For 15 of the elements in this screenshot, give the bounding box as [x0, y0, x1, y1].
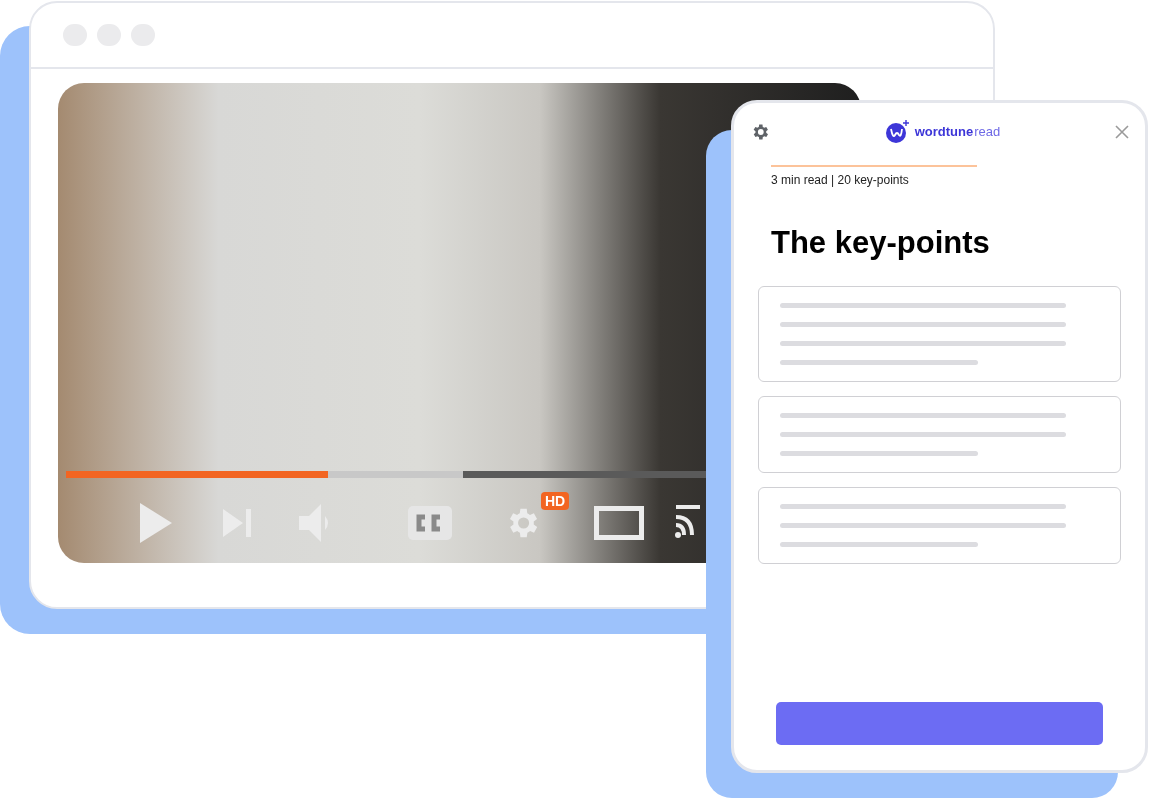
action-button[interactable] [776, 702, 1103, 745]
hd-badge: HD [541, 492, 570, 510]
captions-icon[interactable] [407, 505, 453, 541]
read-meta: 3 min read | 20 key-points [771, 172, 910, 189]
panel-title: The key-points [771, 227, 991, 258]
progress-track[interactable] [66, 471, 706, 478]
key-point-card[interactable] [758, 487, 1121, 564]
logo-text: wordtune [914, 123, 974, 142]
key-point-card[interactable] [758, 396, 1121, 473]
logo-suffix: read [974, 123, 1001, 142]
close-icon[interactable] [1115, 125, 1129, 139]
logo-icon [884, 119, 911, 145]
key-point-card[interactable] [758, 286, 1121, 382]
play-icon[interactable] [137, 501, 174, 545]
theater-mode-icon[interactable] [594, 506, 644, 540]
